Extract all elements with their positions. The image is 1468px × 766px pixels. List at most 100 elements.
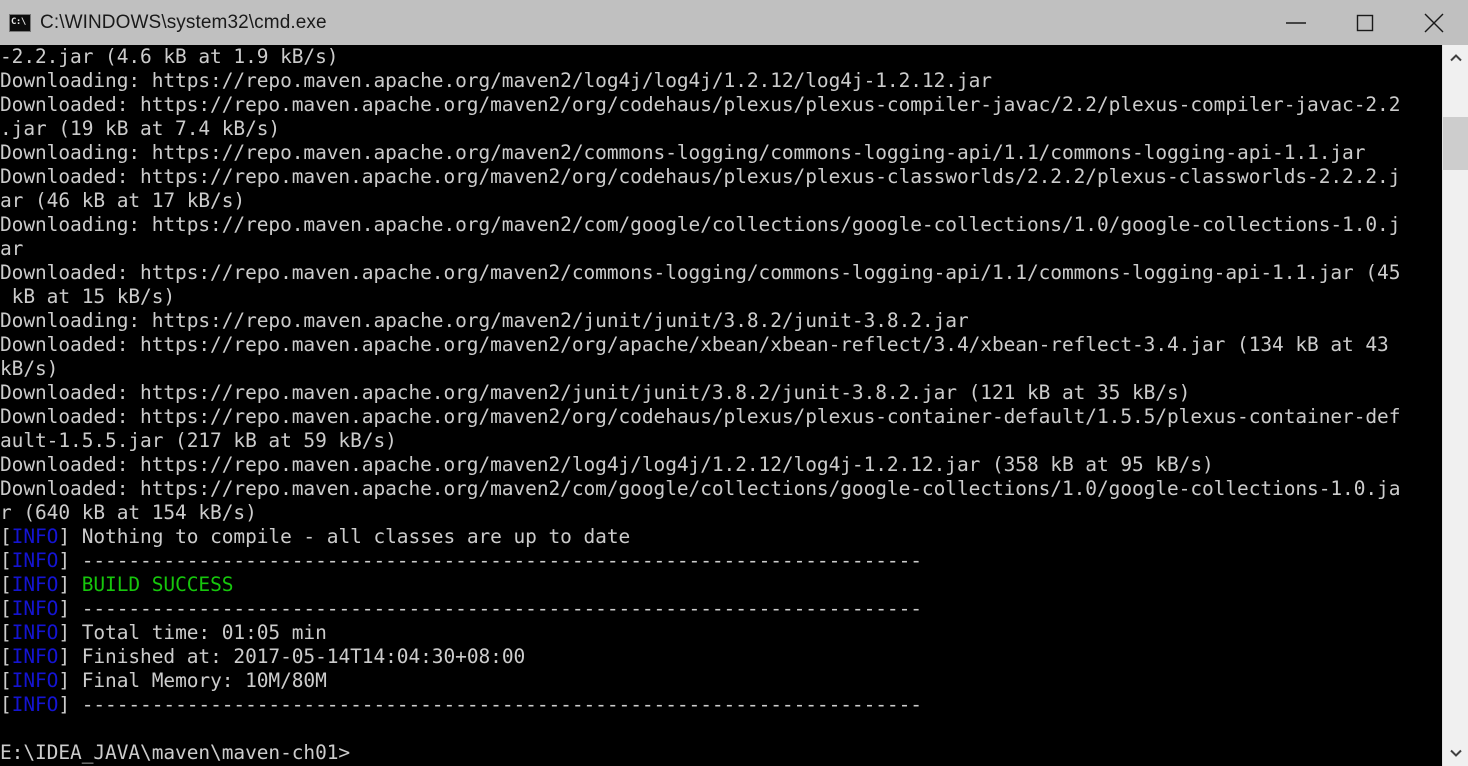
- title-bar-left: C:\ C:\WINDOWS\system32\cmd.exe: [0, 12, 1261, 34]
- console-line-text: ar: [0, 237, 24, 260]
- console-line-text: Downloaded: https://repo.maven.apache.or…: [0, 453, 1214, 476]
- console-line: Downloading: https://repo.maven.apache.o…: [0, 309, 1400, 333]
- console-line-text: ----------------------------------------…: [81, 693, 922, 716]
- console-line-text: Downloaded: https://repo.maven.apache.or…: [0, 381, 1191, 404]
- info-bracket-close: ]: [58, 597, 82, 620]
- console-line: Downloaded: https://repo.maven.apache.or…: [0, 477, 1400, 501]
- console-line: Downloaded: https://repo.maven.apache.or…: [0, 93, 1400, 117]
- console-line-text: -2.2.jar (4.6 kB at 1.9 kB/s): [0, 45, 339, 68]
- close-icon: [1424, 13, 1443, 32]
- info-tag: INFO: [11, 573, 59, 596]
- window-controls: [1261, 0, 1468, 45]
- close-button[interactable]: [1399, 0, 1468, 45]
- info-bracket-open: [: [0, 525, 12, 548]
- console-line: Downloaded: https://repo.maven.apache.or…: [0, 261, 1400, 285]
- console-line: r (640 kB at 154 kB/s): [0, 501, 1400, 525]
- console-line-text: Downloaded: https://repo.maven.apache.or…: [0, 261, 1401, 284]
- console-line-text: kB at 15 kB/s): [0, 285, 176, 308]
- console-line-text: r (640 kB at 154 kB/s): [0, 501, 257, 524]
- console-line-info: [INFO] Finished at: 2017-05-14T14:04:30+…: [0, 645, 1400, 669]
- console-line: Downloading: https://repo.maven.apache.o…: [0, 69, 1400, 93]
- console-line-text: .jar (19 kB at 7.4 kB/s): [0, 117, 281, 140]
- console-line-text: Downloading: https://repo.maven.apache.o…: [0, 213, 1401, 236]
- info-tag: INFO: [11, 525, 59, 548]
- info-bracket-open: [: [0, 621, 12, 644]
- scroll-down-button[interactable]: [1443, 740, 1468, 766]
- info-bracket-close: ]: [58, 573, 82, 596]
- console-line: ar (46 kB at 17 kB/s): [0, 189, 1400, 213]
- console-line: kB/s): [0, 357, 1400, 381]
- maximize-icon: [1356, 14, 1373, 31]
- console-line-info: [INFO] Final Memory: 10M/80M: [0, 669, 1400, 693]
- info-bracket-close: ]: [58, 621, 82, 644]
- console-line-text: kB/s): [0, 357, 59, 380]
- console-line-text: Downloaded: https://repo.maven.apache.or…: [0, 405, 1401, 428]
- info-bracket-open: [: [0, 669, 12, 692]
- info-tag: INFO: [11, 549, 59, 572]
- info-bracket-close: ]: [58, 549, 82, 572]
- scroll-down-arrow-icon: [1449, 749, 1462, 757]
- title-bar[interactable]: C:\ C:\WINDOWS\system32\cmd.exe: [0, 0, 1468, 45]
- build-status-text: BUILD SUCCESS: [81, 573, 234, 596]
- cmd-console-icon[interactable]: C:\: [9, 13, 31, 32]
- console-line: kB at 15 kB/s): [0, 285, 1400, 309]
- scroll-up-arrow-icon: [1449, 54, 1462, 62]
- console-line-info: [INFO] Nothing to compile - all classes …: [0, 525, 1400, 549]
- console-output-area[interactable]: -2.2.jar (4.6 kB at 1.9 kB/s) Downloading…: [0, 45, 1442, 766]
- info-bracket-close: ]: [58, 693, 82, 716]
- scroll-up-button[interactable]: [1443, 45, 1468, 71]
- console-line-text: ar (46 kB at 17 kB/s): [0, 189, 246, 212]
- console-line-text: ault-1.5.5.jar (217 kB at 59 kB/s): [0, 429, 397, 452]
- console-line-text: Nothing to compile - all classes are up …: [81, 525, 631, 548]
- console-line-text: ----------------------------------------…: [81, 597, 922, 620]
- console-line: Downloaded: https://repo.maven.apache.or…: [0, 405, 1400, 429]
- console-line: Downloaded: https://repo.maven.apache.or…: [0, 333, 1400, 357]
- cmd-window: C:\ C:\WINDOWS\system32\cmd.exe -2.2.jar…: [0, 0, 1468, 766]
- console-line-text: Downloading: https://repo.maven.apache.o…: [0, 69, 992, 92]
- console-line: Downloaded: https://repo.maven.apache.or…: [0, 381, 1400, 405]
- console-line: Downloading: https://repo.maven.apache.o…: [0, 213, 1400, 237]
- info-bracket-open: [: [0, 573, 12, 596]
- console-line-text: Finished at: 2017-05-14T14:04:30+08:00: [81, 645, 526, 668]
- console-line-text: Downloading: https://repo.maven.apache.o…: [0, 309, 969, 332]
- console-line-text: Downloaded: https://repo.maven.apache.or…: [0, 333, 1389, 356]
- info-bracket-open: [: [0, 597, 12, 620]
- console-prompt-line: E:\IDEA_JAVA\maven\maven-ch01>: [0, 741, 1400, 765]
- info-bracket-open: [: [0, 693, 12, 716]
- console-line: ault-1.5.5.jar (217 kB at 59 kB/s): [0, 429, 1400, 453]
- info-tag: INFO: [11, 645, 59, 668]
- console-line-text: Downloaded: https://repo.maven.apache.or…: [0, 477, 1401, 500]
- cmd-icon-label: C:\: [11, 17, 26, 27]
- info-bracket-open: [: [0, 645, 12, 668]
- console-line: Downloading: https://repo.maven.apache.o…: [0, 141, 1400, 165]
- vertical-scrollbar[interactable]: [1442, 45, 1468, 766]
- info-tag: INFO: [11, 693, 59, 716]
- info-tag: INFO: [11, 597, 59, 620]
- console-line-text: Downloaded: https://repo.maven.apache.or…: [0, 165, 1401, 188]
- console-line-text: ----------------------------------------…: [81, 549, 922, 572]
- console-line-info: [INFO] ---------------------------------…: [0, 597, 1400, 621]
- console-line: Downloaded: https://repo.maven.apache.or…: [0, 165, 1400, 189]
- console-line-text: Downloading: https://repo.maven.apache.o…: [0, 141, 1366, 164]
- console-line-info: [INFO] ---------------------------------…: [0, 693, 1400, 717]
- console-line-text: Total time: 01:05 min: [81, 621, 327, 644]
- info-tag: INFO: [11, 621, 59, 644]
- scrollbar-track[interactable]: [1443, 71, 1468, 740]
- info-bracket-close: ]: [58, 645, 82, 668]
- minimize-icon: [1285, 21, 1306, 24]
- console-line-text: Final Memory: 10M/80M: [81, 669, 327, 692]
- info-bracket-close: ]: [58, 669, 82, 692]
- console-line: ar: [0, 237, 1400, 261]
- console-line: .jar (19 kB at 7.4 kB/s): [0, 117, 1400, 141]
- console-line-info: [INFO] ---------------------------------…: [0, 549, 1400, 573]
- minimize-button[interactable]: [1261, 0, 1330, 45]
- console-line-info: [INFO] Total time: 01:05 min: [0, 621, 1400, 645]
- window-title: C:\WINDOWS\system32\cmd.exe: [40, 11, 327, 33]
- info-bracket-open: [: [0, 549, 12, 572]
- scrollbar-thumb[interactable]: [1443, 117, 1468, 170]
- info-tag: INFO: [11, 669, 59, 692]
- console-line-info: [INFO] BUILD SUCCESS: [0, 573, 1400, 597]
- maximize-button[interactable]: [1330, 0, 1399, 45]
- info-bracket-close: ]: [58, 525, 82, 548]
